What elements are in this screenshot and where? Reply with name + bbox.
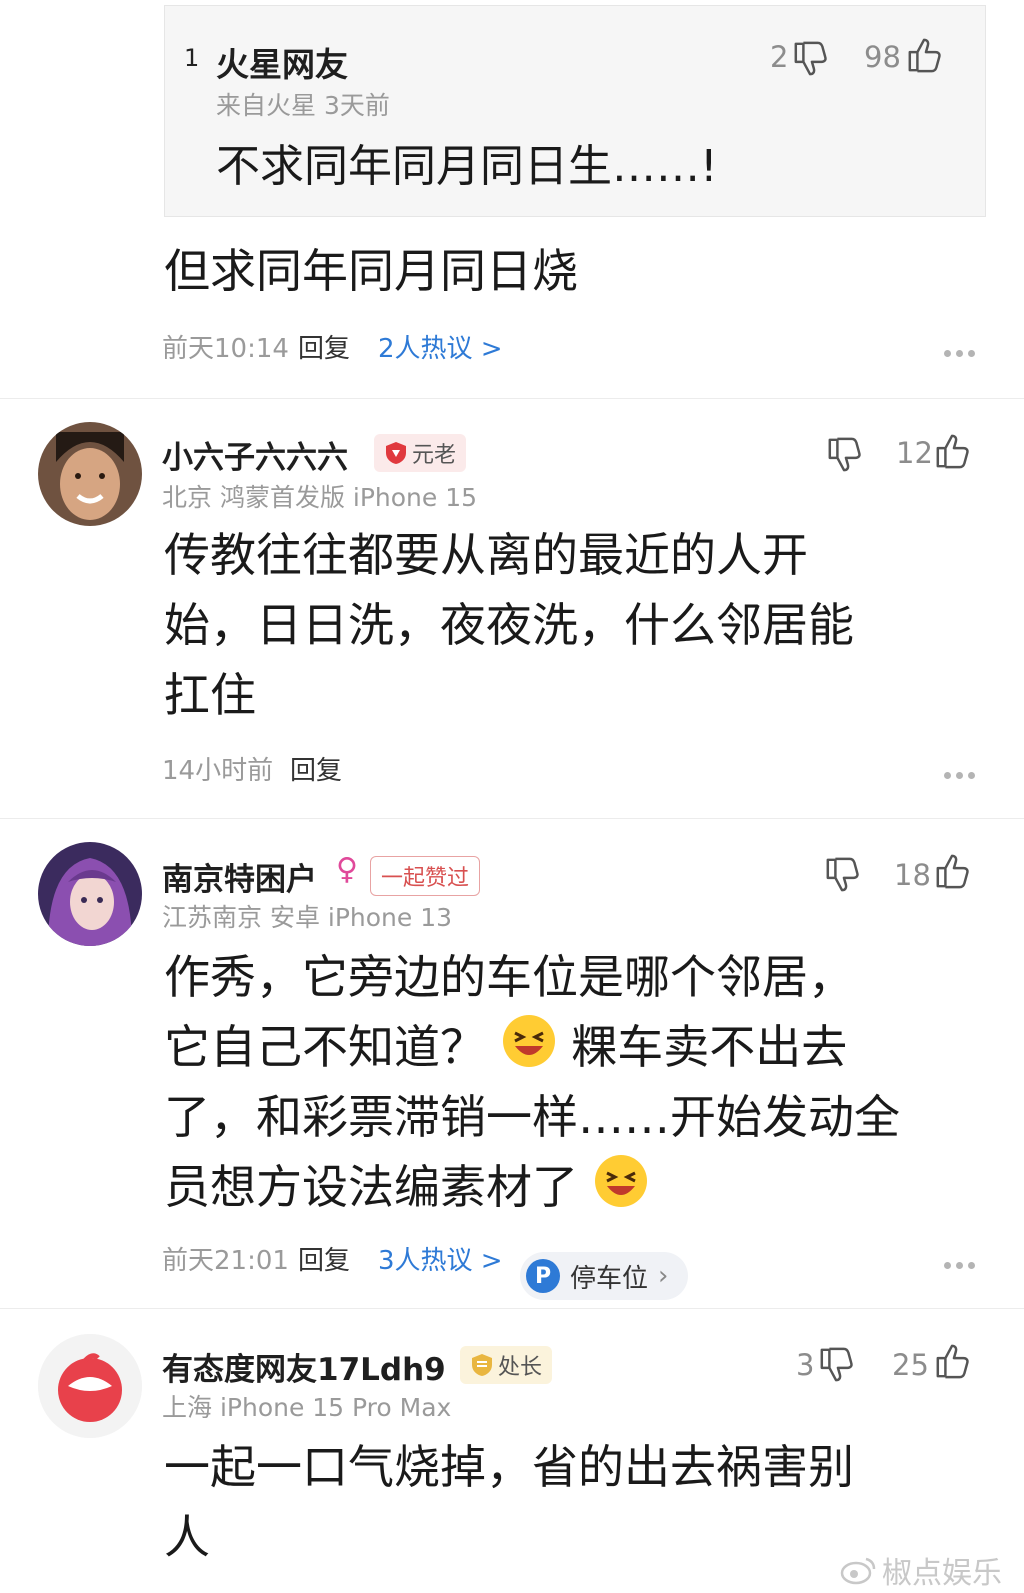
thumb-down-icon[interactable]: [824, 856, 862, 894]
thumb-up-icon[interactable]: [934, 1342, 972, 1380]
reply-button[interactable]: 回复: [298, 1240, 350, 1277]
comment-text: 传教往往都要从离的最近的人开 始，日日洗，夜夜洗，什么邻居能 扛住: [164, 528, 854, 722]
thumb-down-icon[interactable]: [818, 1346, 856, 1384]
username[interactable]: 有态度网友17Ldh9: [162, 1344, 446, 1389]
reply-button[interactable]: 回复: [298, 328, 350, 365]
thumb-up-icon[interactable]: [906, 36, 944, 74]
quoted-meta: 来自火星 3天前: [216, 91, 390, 120]
watermark-label: 椒点娱乐: [882, 1556, 1002, 1591]
username[interactable]: 南京特困户: [162, 854, 317, 899]
shield-icon: [470, 1353, 494, 1377]
divider: [0, 398, 1024, 399]
badge-label: 元老: [412, 443, 457, 468]
user-meta: 北京 鸿蒙首发版 iPhone 15: [162, 483, 478, 512]
more-options-icon[interactable]: [944, 1254, 980, 1269]
username[interactable]: 小六子六六六: [162, 432, 348, 477]
hot-discussion-link[interactable]: 2人热议 >: [378, 328, 503, 365]
divider: [0, 818, 1024, 819]
more-options-icon[interactable]: [944, 764, 980, 779]
mutual-like-badge: 一起赞过: [370, 856, 481, 896]
parking-icon: P: [526, 1259, 560, 1293]
quoted-text: 不求同年同月同日生……!: [216, 141, 718, 192]
avatar[interactable]: [38, 1334, 142, 1438]
reply-button[interactable]: 回复: [290, 750, 342, 787]
badge-label: 处长: [498, 1355, 543, 1380]
rank-badge: 元老: [374, 434, 467, 472]
comment-text: 但求同年同月同日烧: [164, 244, 578, 298]
quoted-like-count: 98: [864, 40, 901, 74]
like-count: 18: [894, 858, 931, 892]
thumb-up-icon[interactable]: [934, 852, 972, 890]
topic-tag-label: 停车位: [570, 1263, 649, 1294]
thumb-up-icon[interactable]: [934, 432, 972, 470]
female-icon: ♀: [336, 852, 358, 887]
like-count: 12: [896, 436, 933, 470]
comment-text: 作秀，它旁边的车位是哪个邻居， 它自己不知道？ 粿车卖不出去 了，和彩票滞销一样…: [164, 950, 900, 1214]
topic-tag-parking[interactable]: P 停车位 ›: [520, 1252, 689, 1300]
watermark: 椒点娱乐: [840, 1548, 1002, 1592]
comment-time: 14小时前: [162, 756, 274, 786]
thumb-down-icon[interactable]: [792, 40, 830, 78]
user-meta: 江苏南京 安卓 iPhone 13: [162, 903, 453, 932]
laughing-emoji-icon: [593, 1153, 649, 1209]
rank-badge: 处长: [460, 1346, 553, 1384]
laughing-emoji-icon: [501, 1013, 557, 1069]
user-meta: 上海 iPhone 15 Pro Max: [162, 1393, 452, 1422]
like-count: 25: [892, 1348, 929, 1382]
dislike-count: 3: [796, 1348, 815, 1382]
divider: [0, 1308, 1024, 1309]
shield-icon: [384, 441, 408, 465]
avatar[interactable]: [38, 842, 142, 946]
comment-time: 前天21:01: [162, 1246, 289, 1276]
thumb-down-icon[interactable]: [826, 436, 864, 474]
quoted-username[interactable]: 火星网友: [216, 38, 348, 86]
avatar[interactable]: [38, 422, 142, 526]
chevron-right-icon: ›: [658, 1261, 669, 1291]
quoted-rank: 1: [184, 44, 200, 72]
weibo-logo-icon: [840, 1555, 876, 1585]
quoted-dislike-count: 2: [770, 40, 789, 74]
comment-time: 前天10:14: [162, 334, 289, 364]
more-options-icon[interactable]: [944, 342, 980, 357]
hot-discussion-link[interactable]: 3人热议 >: [378, 1240, 503, 1277]
